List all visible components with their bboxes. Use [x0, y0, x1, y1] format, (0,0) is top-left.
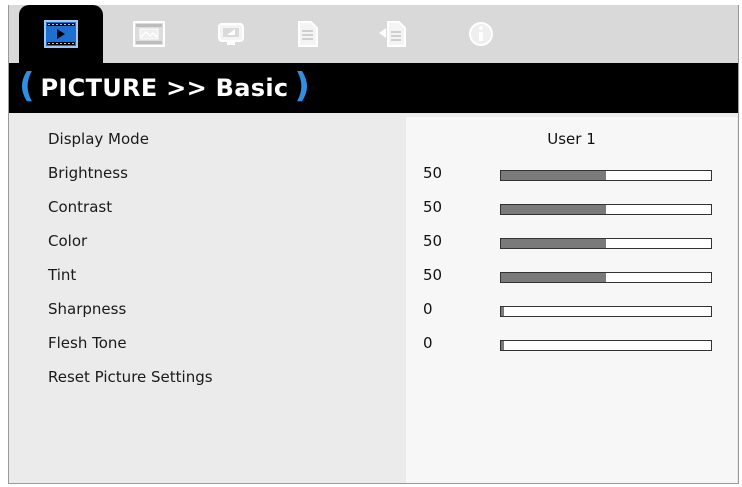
setting-label: Flesh Tone	[48, 334, 127, 352]
setting-row-flesh-tone[interactable]: Flesh Tone 0	[9, 326, 738, 360]
tab-options[interactable]	[351, 5, 435, 63]
setting-value: 0	[423, 334, 433, 352]
image-tab-icon	[133, 21, 165, 47]
setting-row-contrast[interactable]: Contrast 50	[9, 190, 738, 224]
slider-fill	[501, 239, 606, 248]
tab-picture[interactable]	[19, 5, 103, 63]
slider-fill	[501, 273, 606, 282]
setting-label: Color	[48, 232, 88, 250]
setup-tab-icon	[298, 21, 318, 47]
reset-picture-settings-item[interactable]: Reset Picture Settings	[48, 360, 213, 394]
title-open-paren: (	[19, 66, 35, 106]
flesh-tone-slider[interactable]	[500, 340, 712, 351]
setting-value: 50	[423, 266, 443, 284]
setting-label: Tint	[48, 266, 77, 284]
display-tab-icon	[218, 23, 244, 45]
setting-row-color[interactable]: Color 50	[9, 224, 738, 258]
setting-label: Brightness	[48, 164, 128, 182]
color-slider[interactable]	[500, 238, 712, 249]
setting-row-reset[interactable]: Reset Picture Settings	[9, 360, 738, 394]
slider-fill	[501, 341, 504, 350]
picture-tab-icon	[44, 20, 78, 48]
slider-fill	[501, 307, 504, 316]
slider-fill	[501, 171, 606, 180]
tab-setup[interactable]	[265, 5, 349, 63]
setting-row-display-mode[interactable]: Display Mode User 1	[9, 122, 738, 156]
page-title-bar: ( PICTURE >> Basic )	[9, 63, 738, 113]
tab-image[interactable]	[107, 5, 191, 63]
page-title: PICTURE >> Basic	[40, 74, 289, 102]
setting-row-tint[interactable]: Tint 50	[9, 258, 738, 292]
setting-label: Display Mode	[48, 130, 149, 148]
options-tab-icon	[379, 21, 406, 47]
setting-label: Contrast	[48, 198, 113, 216]
tab-info[interactable]	[439, 5, 523, 63]
osd-menu: ( PICTURE >> Basic ) Display Mode User 1…	[8, 5, 739, 484]
setting-value: 50	[423, 232, 443, 250]
slider-fill	[501, 205, 606, 214]
setting-row-sharpness[interactable]: Sharpness 0	[9, 292, 738, 326]
setting-value: 50	[423, 198, 443, 216]
info-tab-icon	[469, 22, 493, 46]
setting-row-brightness[interactable]: Brightness 50	[9, 156, 738, 190]
setting-value: 50	[423, 164, 443, 182]
sharpness-slider[interactable]	[500, 306, 712, 317]
setting-label: Sharpness	[48, 300, 127, 318]
tint-slider[interactable]	[500, 272, 712, 283]
setting-value: 0	[423, 300, 433, 318]
title-close-paren: )	[294, 66, 310, 106]
tab-display[interactable]	[189, 5, 273, 63]
menu-tab-bar	[9, 5, 738, 63]
display-mode-value[interactable]: User 1	[406, 122, 737, 156]
brightness-slider[interactable]	[500, 170, 712, 181]
contrast-slider[interactable]	[500, 204, 712, 215]
